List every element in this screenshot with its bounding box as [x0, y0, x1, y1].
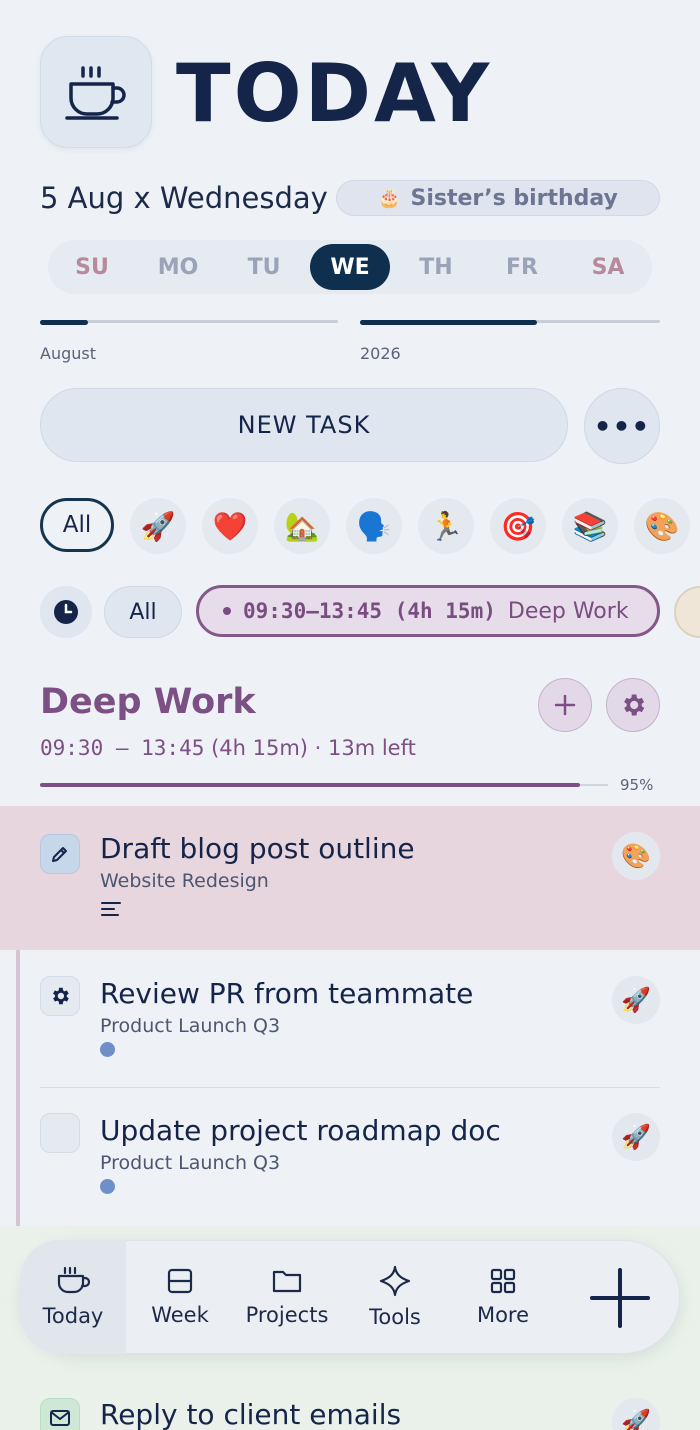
block-progress-label: 95% [620, 776, 654, 794]
day-sa[interactable]: SA [568, 244, 648, 290]
task-checkbox[interactable] [40, 1113, 80, 1153]
task-title: Update project roadmap doc [100, 1114, 501, 1147]
nav-week[interactable]: Week [127, 1240, 233, 1354]
grid-icon [490, 1268, 516, 1294]
block-progress-fill [40, 783, 580, 787]
nav-more[interactable]: More [450, 1240, 556, 1354]
nav-today-label: Today [42, 1304, 104, 1328]
day-we[interactable]: WE [310, 244, 390, 290]
page-title: TODAY [176, 47, 493, 140]
year-label: 2026 [360, 344, 401, 363]
notes-icon [100, 900, 122, 922]
coffee-cup-icon [65, 66, 126, 120]
time-filter-all[interactable]: All [104, 586, 182, 638]
block-time: 09:30 — 13:45 [40, 736, 205, 760]
task-color-dot [100, 1179, 115, 1194]
gear-icon [624, 694, 645, 716]
day-th[interactable]: TH [396, 244, 476, 290]
block-details: (4h 15m) · 13m left [211, 736, 416, 760]
time-block-chip[interactable]: 09:30–13:45 (4h 15m) Deep Work [196, 585, 660, 637]
category-speaking-icon[interactable]: 🗣️ [346, 498, 402, 554]
divider [40, 1087, 660, 1088]
app-icon [40, 36, 152, 148]
category-palette-icon[interactable]: 🎨 [634, 498, 690, 554]
nav-projects[interactable]: Projects [234, 1240, 340, 1354]
task-status-button[interactable] [40, 976, 80, 1016]
event-label: Sister’s birthday [410, 185, 618, 211]
task-color-dot [100, 1042, 115, 1057]
task-category-rocket-icon[interactable]: 🚀 [612, 976, 660, 1024]
nav-tools[interactable]: Tools [342, 1240, 448, 1354]
year-progress-fill [360, 320, 537, 325]
category-heart-icon[interactable]: ❤️ [202, 498, 258, 554]
date-label: 5 Aug x Wednesday [40, 181, 328, 215]
more-options-button[interactable]: ••• [584, 388, 660, 464]
month-label: August [40, 344, 96, 363]
sparkle-icon [379, 1265, 411, 1297]
mail-icon [50, 1410, 70, 1426]
chip-dot [223, 607, 231, 615]
block-title: Deep Work [40, 682, 256, 722]
task-project: Product Launch Q3 [100, 1152, 281, 1174]
year-progress [360, 320, 660, 325]
time-block-chip-next[interactable] [674, 586, 700, 638]
gear-icon [53, 987, 69, 1005]
chip-label: Deep Work [507, 598, 629, 624]
nav-today[interactable]: Today [20, 1240, 126, 1354]
nav-projects-label: Projects [245, 1303, 329, 1327]
nav-add-button[interactable] [580, 1258, 660, 1338]
weekday-selector: SU MO TU WE TH FR SA [48, 240, 652, 294]
nav-week-label: Week [151, 1303, 209, 1327]
day-tu[interactable]: TU [224, 244, 304, 290]
block-settings-button[interactable] [606, 678, 660, 732]
add-to-block-button[interactable] [538, 678, 592, 732]
task-project: Website Redesign [100, 870, 269, 892]
task-category-rocket-icon[interactable]: 🚀 [612, 1113, 660, 1161]
block-subtitle: 09:30 — 13:45 (4h 15m) · 13m left [40, 736, 416, 760]
task-category-palette-icon[interactable]: 🎨 [612, 832, 660, 880]
plus-icon [554, 694, 576, 716]
week-icon [167, 1268, 193, 1294]
day-fr[interactable]: FR [482, 244, 562, 290]
pencil-icon [52, 847, 67, 862]
plus-icon [590, 1268, 650, 1328]
chip-time: 09:30–13:45 (4h 15m) [243, 599, 496, 623]
day-mo[interactable]: MO [138, 244, 218, 290]
category-running-icon[interactable]: 🏃 [418, 498, 474, 554]
nav-more-label: More [476, 1303, 530, 1327]
category-rocket-icon[interactable]: 🚀 [130, 498, 186, 554]
event-badge[interactable]: 🎂 Sister’s birthday [336, 180, 660, 216]
task-status-button[interactable] [40, 834, 80, 874]
task-title: Draft blog post outline [100, 832, 415, 865]
coffee-cup-icon [57, 1266, 90, 1294]
task-project: Product Launch Q3 [100, 1015, 281, 1037]
month-progress [40, 320, 338, 325]
new-task-button[interactable]: NEW TASK [40, 388, 568, 462]
cake-icon: 🎂 [378, 187, 401, 209]
category-home-icon[interactable]: 🏡 [274, 498, 330, 554]
month-progress-fill [40, 320, 88, 325]
day-su[interactable]: SU [52, 244, 132, 290]
task-title: Reply to client emails [100, 1398, 402, 1430]
task-title: Review PR from teammate [100, 977, 474, 1010]
clock-filter-button[interactable] [40, 586, 92, 638]
category-books-icon[interactable]: 📚 [562, 498, 618, 554]
clock-icon [54, 600, 78, 624]
folder-icon [272, 1270, 302, 1293]
category-all[interactable]: All [40, 498, 114, 552]
task-status-button[interactable] [40, 1398, 80, 1430]
nav-tools-label: Tools [369, 1305, 421, 1329]
category-target-icon[interactable]: 🎯 [490, 498, 546, 554]
